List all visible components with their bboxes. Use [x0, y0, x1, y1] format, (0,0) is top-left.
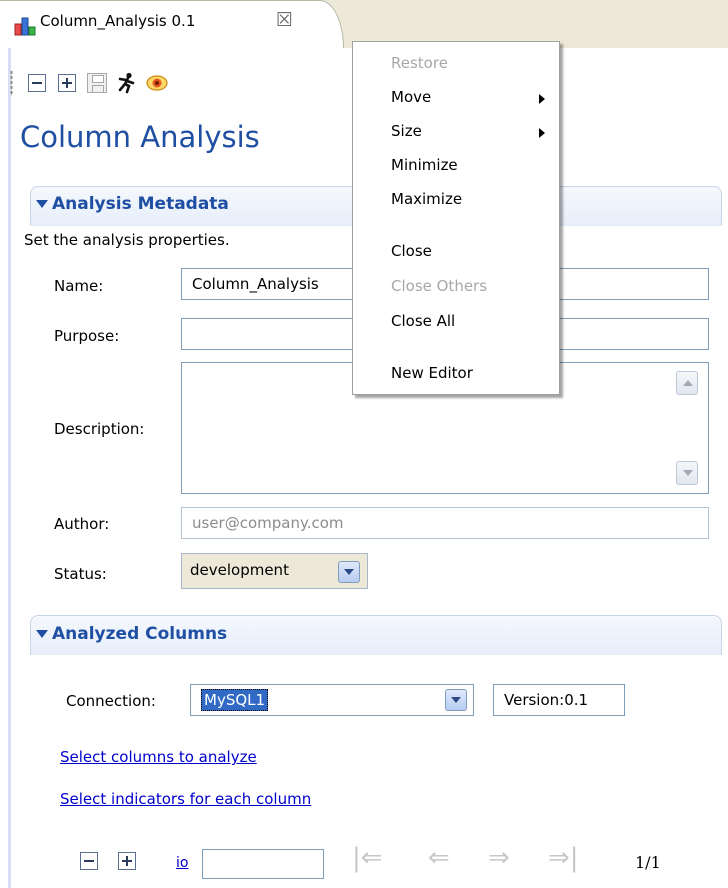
select-indicators-link[interactable]: Select indicators for each column [60, 790, 311, 808]
submenu-arrow-icon [539, 94, 545, 104]
expand-all-icon [118, 852, 136, 870]
next-page-button[interactable]: ⇒ [488, 843, 510, 873]
page-indicator: 1/1 [635, 853, 661, 872]
menu-item-close[interactable]: Close [391, 242, 432, 260]
section-collapse-triangle-icon[interactable] [36, 630, 48, 638]
menu-item-new-editor[interactable]: New Editor [391, 364, 473, 382]
connection-select[interactable]: MySQL1 [190, 684, 474, 716]
status-label: Status: [54, 565, 107, 583]
menu-item-maximize[interactable]: Maximize [391, 190, 462, 208]
status-select[interactable]: development [181, 553, 368, 589]
run-icon[interactable] [116, 72, 138, 94]
scroll-down-icon [683, 470, 693, 476]
first-page-button[interactable]: |⇐ [352, 843, 383, 873]
menu-separator [381, 345, 555, 346]
author-field: user@company.com [181, 507, 709, 539]
connection-select-value: MySQL1 [201, 689, 269, 711]
purpose-label: Purpose: [54, 327, 120, 345]
menu-item-close-others: Close Others [391, 277, 488, 295]
version-label: Version:0.1 [504, 691, 589, 709]
collapse-all-button[interactable] [26, 72, 48, 94]
last-page-button[interactable]: ⇒| [548, 843, 579, 873]
preview-eye-icon[interactable] [146, 72, 168, 94]
version-box: Version:0.1 [493, 684, 625, 716]
expand-all-icon [58, 74, 76, 92]
save-icon [87, 73, 107, 93]
collapse-all-columns-button[interactable] [78, 850, 100, 872]
scroll-down-button[interactable] [676, 461, 698, 485]
editor-left-border [8, 48, 11, 888]
name-label: Name: [54, 277, 104, 295]
collapse-all-icon [80, 852, 98, 870]
select-columns-link[interactable]: Select columns to analyze [60, 748, 257, 766]
section-collapse-triangle-icon[interactable] [36, 200, 48, 208]
analysis-metadata-title: Analysis Metadata [52, 194, 229, 214]
menu-item-restore: Restore [391, 54, 448, 72]
toolbar-grip[interactable] [10, 70, 13, 96]
status-dropdown-button[interactable] [338, 561, 360, 583]
chevron-down-icon [344, 569, 354, 575]
tab-title: Column_Analysis 0.1 [40, 12, 196, 30]
chevron-down-icon [451, 697, 461, 703]
page-title: Column Analysis [20, 120, 260, 154]
page-number-input[interactable] [202, 849, 324, 879]
expand-all-button[interactable] [56, 72, 78, 94]
scroll-up-icon [683, 380, 693, 386]
analysis-chart-icon [14, 17, 36, 36]
go-to-page-link[interactable]: io [176, 855, 188, 871]
previous-page-button[interactable]: ⇐ [428, 843, 450, 873]
submenu-arrow-icon [539, 128, 545, 138]
menu-item-close-all[interactable]: Close All [391, 312, 455, 330]
scroll-up-button[interactable] [676, 371, 698, 395]
menu-item-minimize[interactable]: Minimize [391, 156, 458, 174]
analysis-metadata-description: Set the analysis properties. [24, 231, 230, 249]
menu-separator [381, 225, 555, 226]
menu-item-move[interactable]: Move [391, 88, 431, 106]
name-field-value: Column_Analysis [192, 275, 319, 293]
save-button[interactable] [86, 72, 108, 94]
tab-close-icon[interactable]: ☒ [276, 9, 293, 31]
author-label: Author: [54, 515, 110, 533]
description-label: Description: [54, 420, 145, 438]
analyzed-columns-title: Analyzed Columns [52, 624, 228, 644]
tab-context-menu: Restore Move Size Minimize Maximize Clos… [352, 41, 560, 395]
connection-dropdown-button[interactable] [445, 689, 467, 711]
collapse-all-icon [28, 74, 46, 92]
author-field-value: user@company.com [192, 514, 344, 532]
connection-label: Connection: [66, 692, 156, 710]
menu-item-size[interactable]: Size [391, 122, 422, 140]
expand-all-columns-button[interactable] [116, 850, 138, 872]
status-select-value: development [190, 561, 289, 579]
